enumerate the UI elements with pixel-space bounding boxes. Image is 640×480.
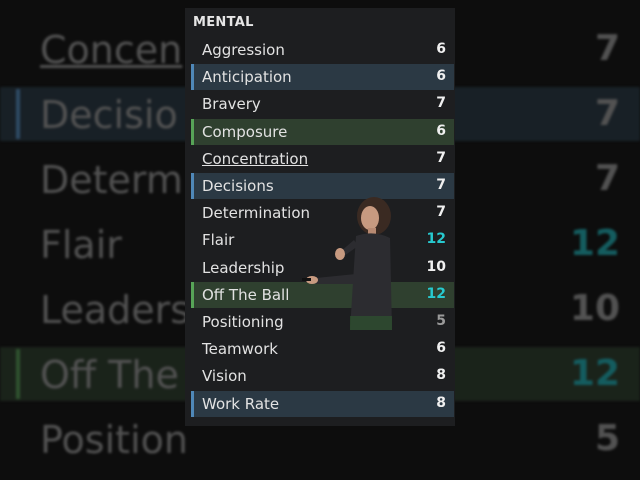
attribute-row-bravery[interactable]: Bravery 7: [191, 91, 454, 117]
background-label: Flair: [40, 223, 122, 267]
attribute-value: 7: [436, 149, 446, 166]
background-value: 12: [569, 353, 620, 394]
attribute-row-concentration[interactable]: Concentration 7: [191, 146, 454, 172]
background-label: Decisio: [40, 93, 178, 137]
attribute-label: Determination: [202, 204, 311, 223]
background-value: 10: [569, 288, 620, 329]
background-label: Position: [40, 418, 188, 462]
attribute-value: 8: [436, 394, 446, 411]
attribute-row-vision[interactable]: Vision 8: [191, 363, 454, 389]
attribute-label: Composure: [202, 122, 288, 141]
attribute-value: 12: [426, 285, 446, 302]
attribute-row-aggression[interactable]: Aggression 6: [191, 37, 454, 63]
attribute-label: Work Rate: [202, 394, 280, 413]
attribute-value: 6: [436, 41, 446, 57]
attribute-value: 7: [436, 95, 446, 112]
background-value: 12: [569, 223, 620, 264]
attribute-row-anticipation[interactable]: Anticipation 6: [191, 64, 454, 91]
background-value: 7: [594, 93, 620, 134]
attribute-value: 6: [436, 122, 446, 139]
attribute-value: 12: [426, 231, 446, 248]
attribute-label: Anticipation: [202, 68, 292, 87]
attribute-label: Bravery: [202, 95, 261, 114]
attribute-row-teamwork[interactable]: Teamwork 6: [191, 336, 454, 362]
attribute-row-work-rate[interactable]: Work Rate 8: [191, 390, 454, 417]
attribute-label: Concentration: [202, 149, 309, 168]
attribute-label: Teamwork: [202, 340, 278, 359]
attribute-value: 7: [436, 204, 446, 221]
attribute-value: 7: [436, 177, 446, 193]
attribute-label: Positioning: [202, 313, 284, 331]
attribute-value: 6: [436, 68, 446, 85]
attribute-value: 10: [426, 258, 446, 275]
attribute-label: Leadership: [202, 258, 285, 277]
attribute-label: Aggression: [202, 41, 285, 59]
attribute-value: 8: [436, 367, 446, 384]
background-value: 7: [594, 28, 620, 69]
panel-title: MENTAL: [193, 15, 254, 30]
attribute-label: Decisions: [202, 177, 274, 195]
video-frame: Concen 7 Decisio 7 Determ 7 Flair 12 Leaders 10 Of…: [0, 0, 640, 480]
presenter-icon: [302, 197, 392, 330]
background-label: Determ: [40, 158, 183, 202]
attribute-label: Vision: [202, 367, 247, 386]
background-label: Leaders: [40, 288, 191, 332]
attribute-row-composure[interactable]: Composure 6: [191, 118, 454, 145]
attribute-value: 5: [436, 313, 446, 329]
attribute-value: 6: [436, 340, 446, 357]
attribute-label: Flair: [202, 231, 235, 250]
background-label: Off The: [40, 353, 179, 397]
background-label: Concen: [40, 28, 183, 72]
background-value: 5: [594, 418, 620, 459]
background-value: 7: [594, 158, 620, 199]
attribute-label: Off The Ball: [202, 285, 290, 304]
